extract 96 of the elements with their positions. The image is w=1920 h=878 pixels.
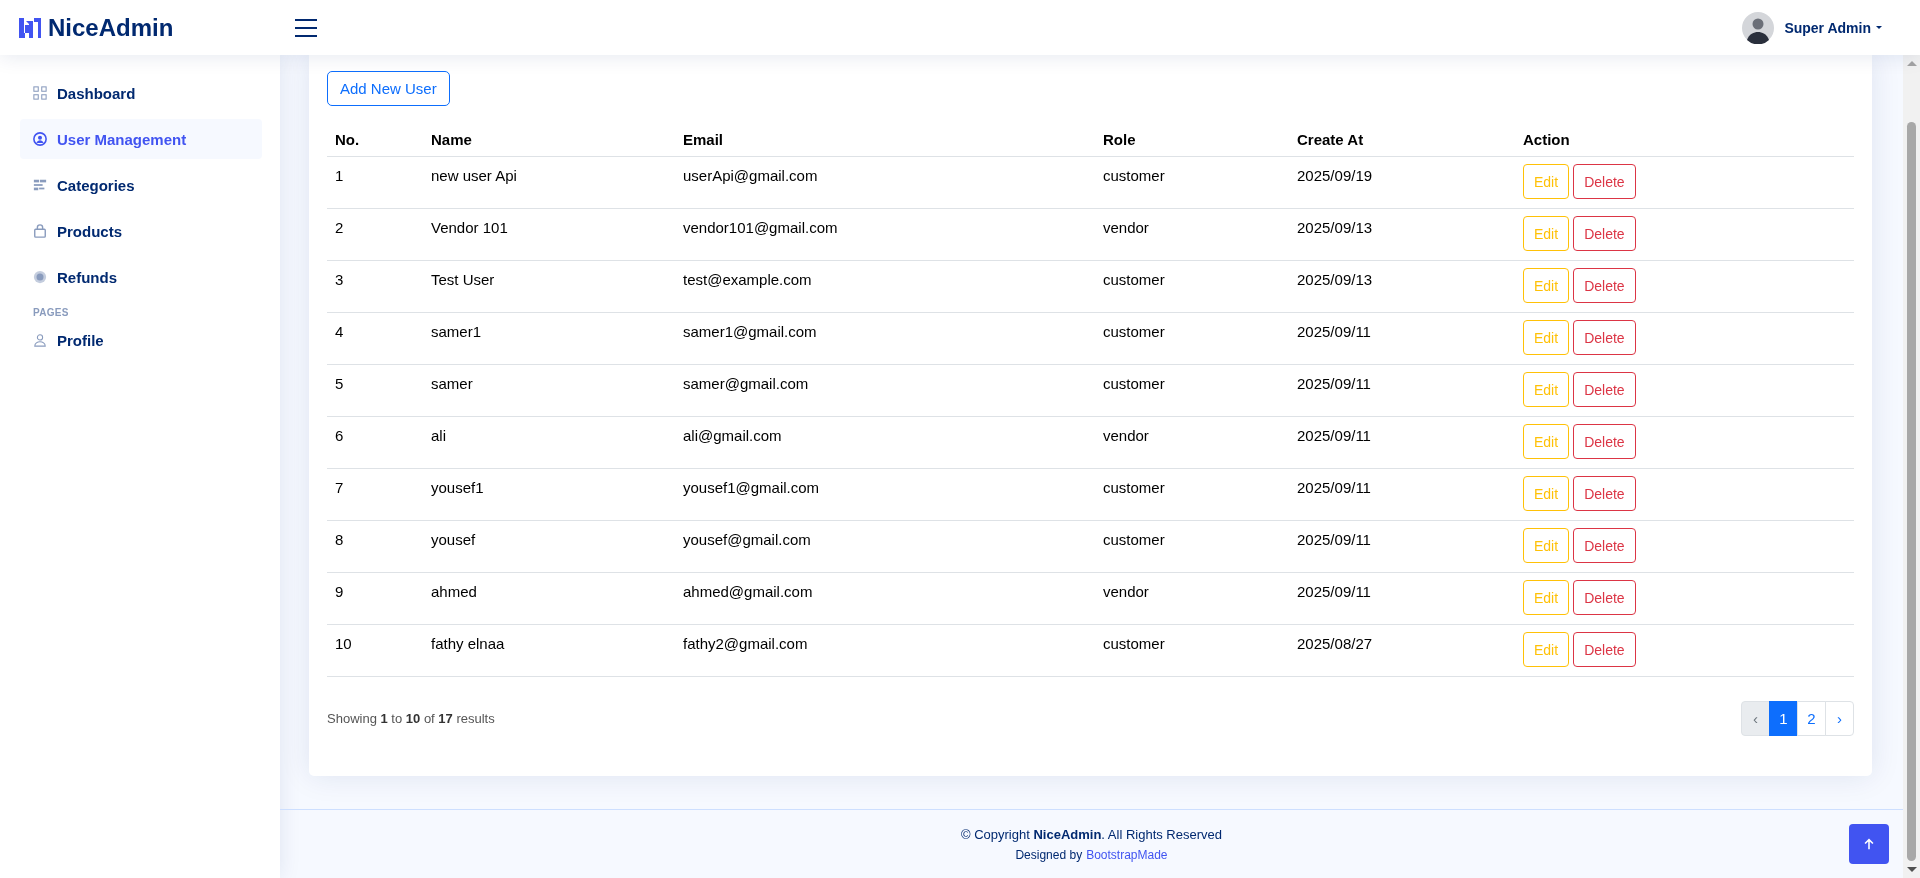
table-cell: userApi@gmail.com — [675, 156, 1095, 209]
table-cell: customer — [1095, 520, 1289, 573]
table-cell: customer — [1095, 468, 1289, 521]
column-header: Action — [1515, 123, 1854, 157]
table-cell: customer — [1095, 312, 1289, 365]
column-header: Role — [1095, 123, 1289, 157]
table-cell: customer — [1095, 364, 1289, 417]
table-cell: 2025/09/13 — [1289, 260, 1515, 313]
person-icon — [33, 333, 47, 347]
logo-icon — [18, 15, 42, 40]
table-cell: ali@gmail.com — [675, 416, 1095, 469]
table-cell: customer — [1095, 260, 1289, 313]
table-cell: 10 — [327, 624, 423, 677]
delete-button[interactable]: Delete — [1573, 632, 1636, 667]
table-cell: 4 — [327, 312, 423, 365]
table-cell: fathy elnaa — [423, 624, 675, 677]
delete-button[interactable]: Delete — [1573, 268, 1636, 303]
table-cell: 8 — [327, 520, 423, 573]
page-button[interactable]: 2 — [1797, 701, 1826, 736]
sidebar-item[interactable]: Profile — [20, 320, 262, 360]
table-cell: customer — [1095, 624, 1289, 677]
table-cell: 2025/09/11 — [1289, 312, 1515, 365]
table-cell: 2025/09/19 — [1289, 156, 1515, 209]
table-cell: yousef — [423, 520, 675, 573]
logo-text: NiceAdmin — [48, 13, 174, 42]
delete-button[interactable]: Delete — [1573, 476, 1636, 511]
delete-button[interactable]: Delete — [1573, 216, 1636, 251]
scrollbar[interactable] — [1903, 55, 1920, 878]
table-cell: 2025/09/11 — [1289, 468, 1515, 521]
add-user-button[interactable]: Add New User — [327, 71, 450, 106]
table-cell: 2025/08/27 — [1289, 624, 1515, 677]
table-cell: 2025/09/11 — [1289, 572, 1515, 625]
column-header: Email — [675, 123, 1095, 157]
table-cell: vendor — [1095, 572, 1289, 625]
credit-link[interactable]: BootstrapMade — [1086, 847, 1168, 862]
table-cell: 2025/09/11 — [1289, 364, 1515, 417]
table-cell: yousef1@gmail.com — [675, 468, 1095, 521]
table-cell: customer — [1095, 156, 1289, 209]
list-icon — [33, 178, 47, 192]
next-page-button[interactable]: › — [1825, 701, 1854, 736]
column-header: Name — [423, 123, 675, 157]
table-cell: fathy2@gmail.com — [675, 624, 1095, 677]
copyright-text: © Copyright NiceAdmin. All Rights Reserved — [961, 826, 1222, 842]
arrow-up-icon — [1862, 837, 1876, 851]
grid-icon — [33, 86, 47, 100]
delete-button[interactable]: Delete — [1573, 580, 1636, 615]
table-cell: ahmed@gmail.com — [675, 572, 1095, 625]
user-menu[interactable]: Super Admin — [1784, 19, 1871, 36]
bag-icon — [33, 224, 47, 238]
delete-button[interactable]: Delete — [1573, 372, 1636, 407]
table-cell: vendor101@gmail.com — [675, 208, 1095, 261]
column-header: No. — [327, 123, 423, 157]
credit-text: Designed by — [1015, 847, 1083, 862]
sidebar-item[interactable]: Categories — [20, 165, 262, 205]
user-circle-icon — [33, 132, 47, 146]
table-cell: 2025/09/11 — [1289, 416, 1515, 469]
avatar[interactable] — [1742, 11, 1775, 44]
table-cell: Vendor 101 — [423, 208, 675, 261]
back-to-top-button[interactable] — [1849, 824, 1889, 864]
results-summary: Showing 1 to 10 of 17 results — [327, 711, 495, 726]
caret-icon — [1876, 26, 1882, 29]
sidebar-item[interactable]: Dashboard — [20, 73, 262, 113]
table-cell: 2025/09/11 — [1289, 520, 1515, 573]
table-cell: yousef@gmail.com — [675, 520, 1095, 573]
section-heading: PAGES — [32, 306, 70, 320]
delete-button[interactable]: Delete — [1573, 528, 1636, 563]
sidebar-item[interactable]: Products — [20, 211, 262, 251]
table-cell: vendor — [1095, 416, 1289, 469]
table-cell: ali — [423, 416, 675, 469]
sidebar-item[interactable]: User Management — [20, 119, 262, 159]
table-cell: samer@gmail.com — [675, 364, 1095, 417]
menu-icon[interactable] — [295, 18, 317, 37]
table-cell: 2 — [327, 208, 423, 261]
page-button[interactable]: 1 — [1769, 701, 1798, 736]
table-cell: 5 — [327, 364, 423, 417]
delete-button[interactable]: Delete — [1573, 320, 1636, 355]
delete-button[interactable]: Delete — [1573, 164, 1636, 199]
table-cell: Test User — [423, 260, 675, 313]
column-header: Create At — [1289, 123, 1515, 157]
table-cell: 9 — [327, 572, 423, 625]
table-cell: 7 — [327, 468, 423, 521]
table-cell: 2025/09/13 — [1289, 208, 1515, 261]
table-cell: 1 — [327, 156, 423, 209]
table-cell: samer — [423, 364, 675, 417]
table-cell: 6 — [327, 416, 423, 469]
sidebar-item[interactable]: Refunds — [20, 257, 262, 297]
table-cell: samer1 — [423, 312, 675, 365]
coin-icon — [33, 270, 47, 284]
table-cell: samer1@gmail.com — [675, 312, 1095, 365]
table-cell: yousef1 — [423, 468, 675, 521]
delete-button[interactable]: Delete — [1573, 424, 1636, 459]
table-cell: 3 — [327, 260, 423, 313]
table-cell: new user Api — [423, 156, 675, 209]
table-cell: vendor — [1095, 208, 1289, 261]
table-cell: test@example.com — [675, 260, 1095, 313]
table-cell: ahmed — [423, 572, 675, 625]
